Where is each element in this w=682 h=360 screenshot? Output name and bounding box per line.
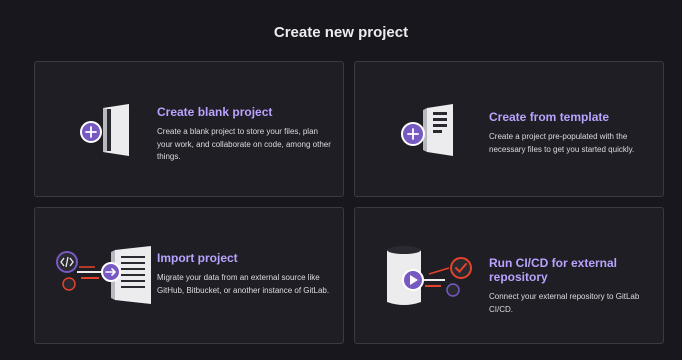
create-from-template-card[interactable]: Create from template Create a project pr… [354,61,664,197]
create-blank-project-card[interactable]: Create blank project Create a blank proj… [34,61,344,197]
plus-icon [80,121,102,143]
cicd-illustration [369,236,481,314]
card-description: Create a blank project to store your fil… [157,127,331,161]
check-icon [450,257,472,279]
card-title: Create blank project [157,105,273,119]
create-project-page: Create new project Create blank project … [0,0,682,360]
blank-project-illustration [75,102,145,158]
arrow-right-icon [101,262,121,282]
page-title: Create new project [273,24,409,41]
import-project-card[interactable]: Import project Migrate your data from an… [34,207,344,344]
card-description: Create a project pre-populated with the … [489,132,635,154]
play-icon [402,269,424,291]
import-illustration [49,232,159,310]
card-title: Create from template [489,110,610,124]
card-title: Run CI/CD for external repository [489,256,618,284]
run-cicd-external-repo-card[interactable]: Run CI/CD for external repository Connec… [354,207,664,344]
template-illustration [393,102,469,158]
template-plus-icon [401,122,425,146]
card-title: Import project [157,251,238,265]
card-description: Connect your external repository to GitL… [489,292,640,314]
card-description: Migrate your data from an external sourc… [157,273,330,295]
code-icon [56,251,78,273]
